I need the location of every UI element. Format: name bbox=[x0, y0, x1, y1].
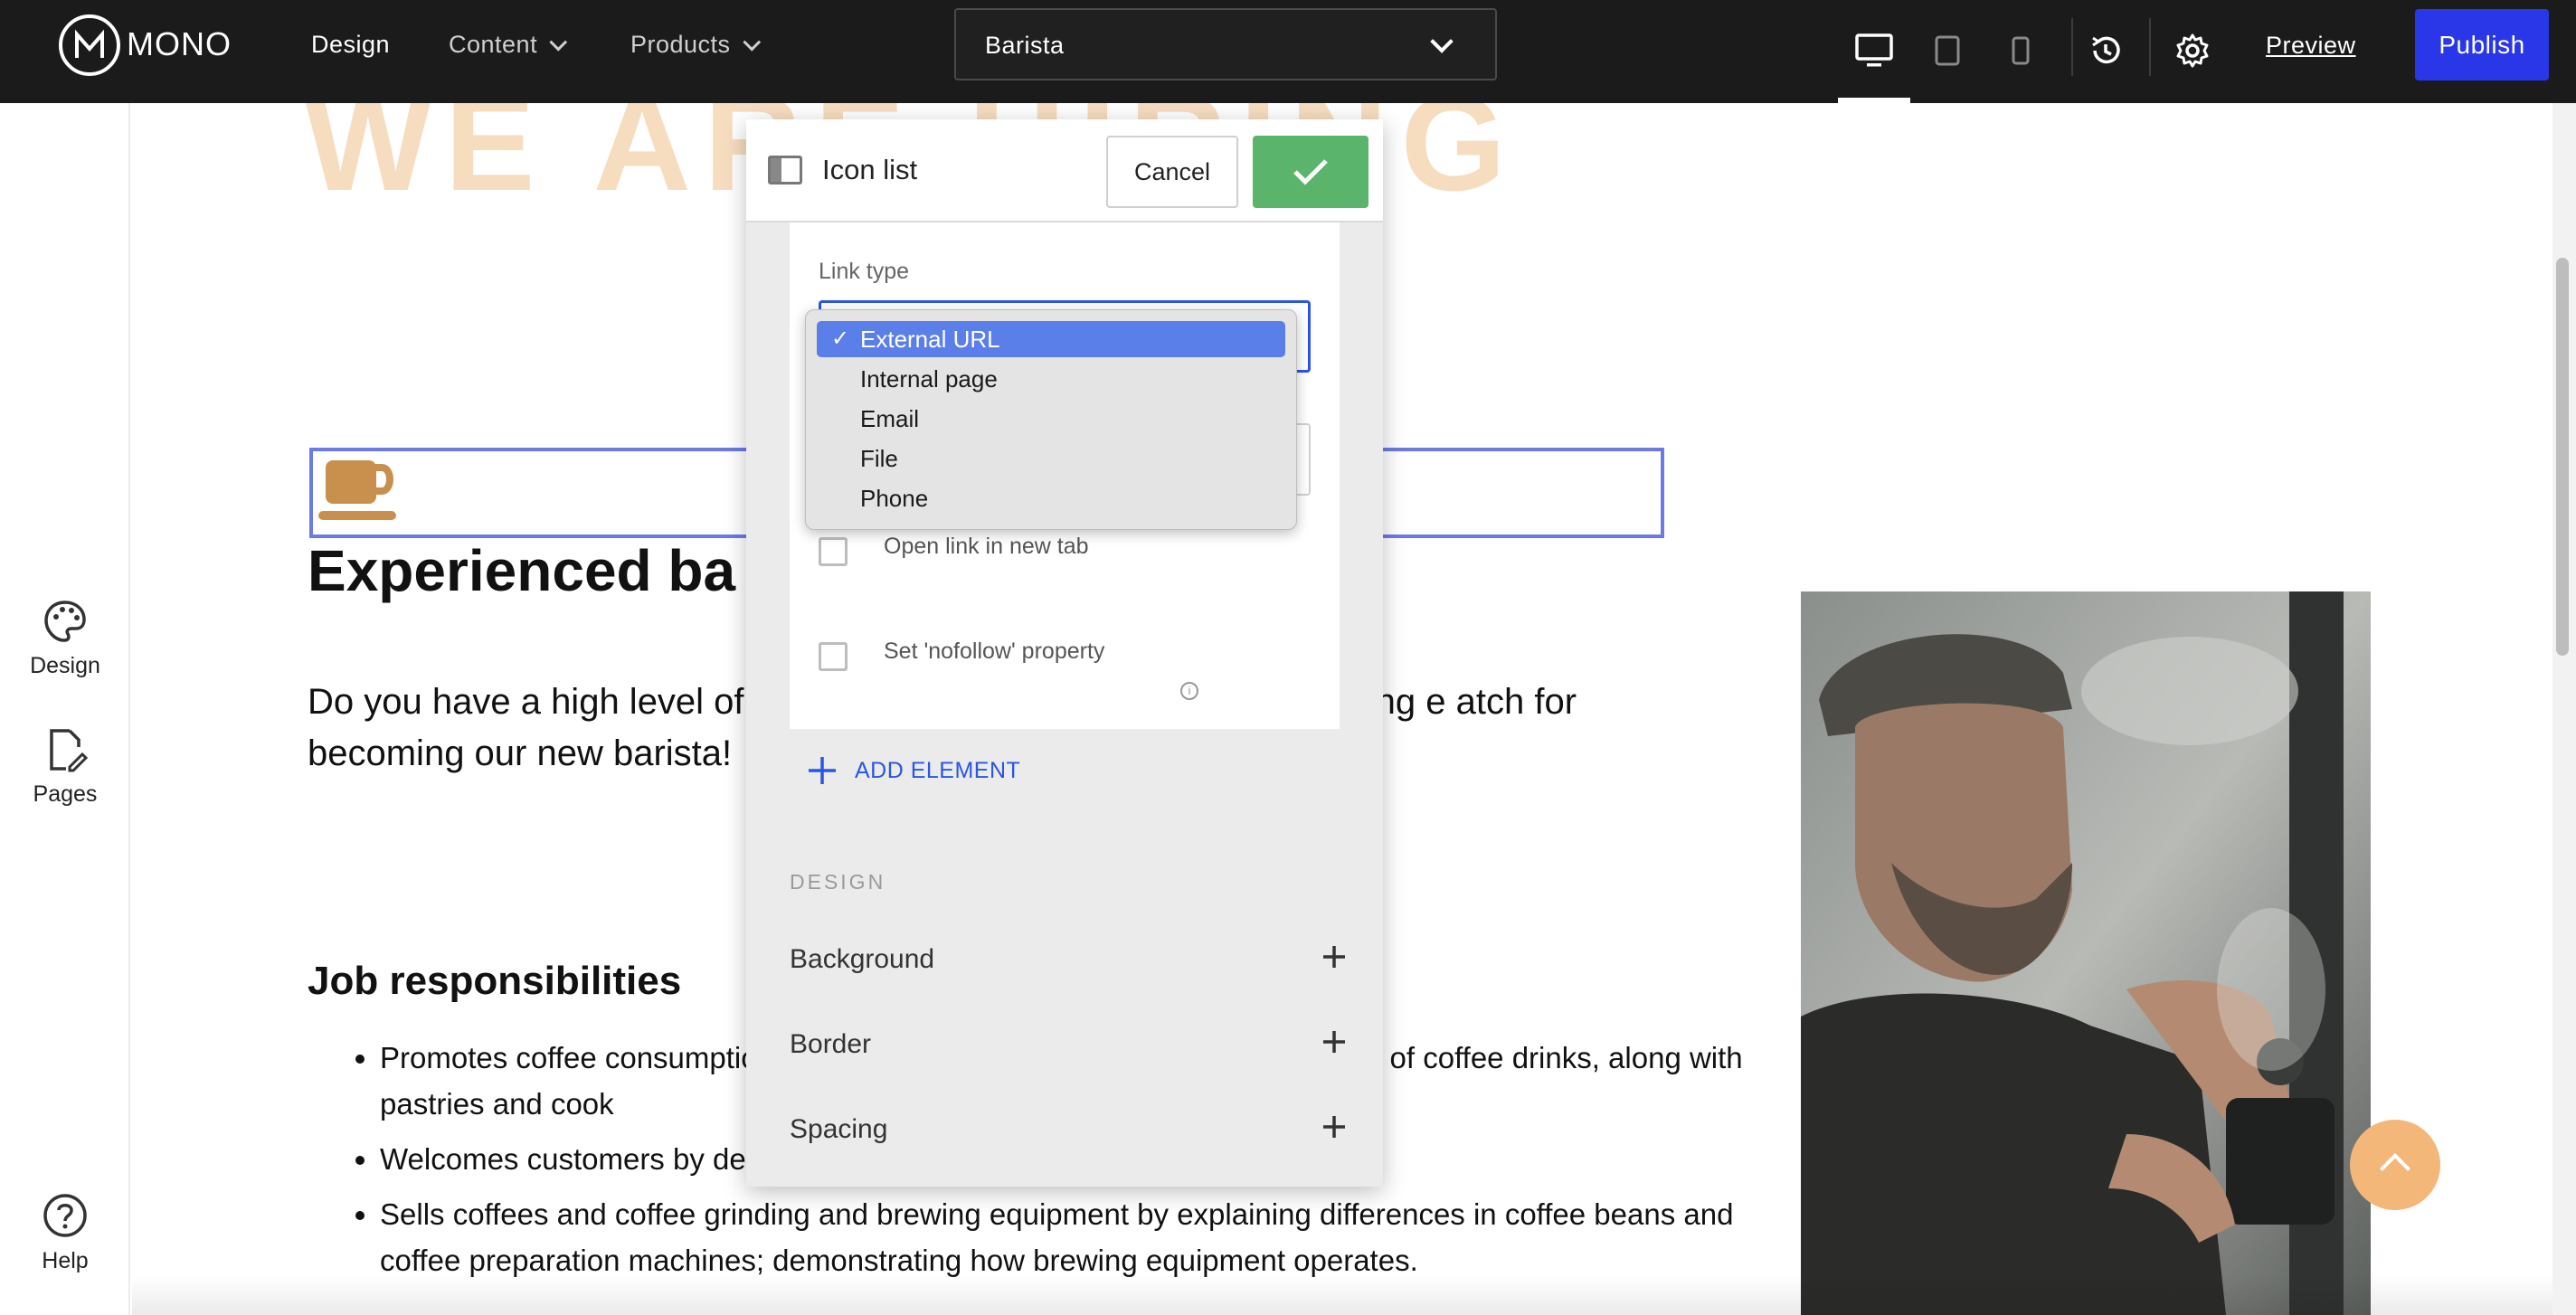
accordion-spacing[interactable]: Spacing bbox=[790, 1103, 1350, 1158]
chevron-down-icon bbox=[742, 33, 761, 52]
plus-icon bbox=[1323, 1031, 1345, 1053]
gear-icon bbox=[2176, 33, 2209, 68]
accordion-label: Spacing bbox=[790, 1114, 888, 1144]
plus-icon bbox=[1323, 1116, 1345, 1138]
info-icon[interactable]: i bbox=[1180, 682, 1198, 700]
accordion-label: Border bbox=[790, 1029, 872, 1059]
chevron-down-icon bbox=[549, 33, 568, 52]
coffee-cup-icon bbox=[318, 460, 396, 520]
nav-design[interactable]: Design bbox=[311, 31, 390, 59]
design-section-label: DESIGN bbox=[790, 870, 886, 894]
sidebar-item-label: Design bbox=[30, 653, 100, 678]
mobile-icon bbox=[2012, 36, 2030, 65]
tablet-icon bbox=[1935, 35, 1960, 66]
scrollbar-thumb[interactable] bbox=[2556, 258, 2569, 656]
option-email[interactable]: Email bbox=[817, 401, 1285, 437]
chevron-up-icon bbox=[2380, 1153, 2410, 1184]
modal-header: Icon list Cancel bbox=[746, 119, 1383, 222]
tablet-view-button[interactable] bbox=[1915, 18, 1980, 83]
option-file[interactable]: File bbox=[817, 440, 1285, 477]
add-element-button[interactable]: ADD ELEMENT bbox=[855, 758, 1020, 784]
modal-title: Icon list bbox=[822, 154, 918, 185]
panel-toggle-icon[interactable] bbox=[768, 156, 802, 184]
list-item: Sells coffees and coffee grinding and br… bbox=[380, 1191, 1809, 1283]
desktop-view-button[interactable] bbox=[1842, 18, 1907, 83]
confirm-button[interactable] bbox=[1253, 136, 1368, 208]
link-type-label: Link type bbox=[819, 259, 910, 284]
left-sidebar: Design Pages Help bbox=[0, 103, 130, 1315]
sidebar-item-pages[interactable]: Pages bbox=[0, 727, 130, 808]
settings-button[interactable] bbox=[2160, 18, 2225, 83]
accordion-label: Background bbox=[790, 944, 935, 974]
icon-list-modal: Icon list Cancel Link type Open link in … bbox=[746, 119, 1383, 1187]
logo-icon[interactable] bbox=[59, 14, 120, 76]
barista-photo[interactable] bbox=[1801, 591, 2371, 1315]
option-external-url[interactable]: ✓ External URL bbox=[817, 321, 1285, 357]
job-heading[interactable]: Job responsibilities bbox=[308, 959, 681, 1004]
preview-link[interactable]: Preview bbox=[2266, 32, 2356, 60]
option-label: Internal page bbox=[860, 365, 998, 393]
accordion-border[interactable]: Border bbox=[790, 1018, 1350, 1073]
open-new-tab-checkbox[interactable] bbox=[819, 537, 848, 566]
sidebar-item-help[interactable]: Help bbox=[0, 1192, 130, 1274]
palette-icon bbox=[44, 601, 86, 642]
bottom-shadow bbox=[132, 1275, 2552, 1315]
option-label: Phone bbox=[860, 485, 929, 512]
publish-button[interactable]: Publish bbox=[2415, 9, 2549, 80]
accordion-background[interactable]: Background bbox=[790, 933, 1350, 988]
plus-icon bbox=[809, 757, 836, 784]
option-label: External URL bbox=[860, 326, 1000, 353]
nofollow-checkbox[interactable] bbox=[819, 642, 848, 671]
help-icon bbox=[43, 1194, 87, 1237]
option-label: Email bbox=[860, 405, 920, 432]
section-heading[interactable]: Experienced ba bbox=[308, 537, 735, 604]
sidebar-item-label: Help bbox=[42, 1248, 89, 1273]
checkmark-icon: ✓ bbox=[831, 326, 850, 351]
desktop-icon bbox=[1855, 33, 1893, 67]
nav-content-label: Content bbox=[449, 31, 538, 58]
checkmark-icon bbox=[1293, 159, 1328, 185]
history-button[interactable] bbox=[2073, 18, 2138, 83]
sidebar-item-design[interactable]: Design bbox=[0, 599, 130, 679]
logo-text: MONO bbox=[127, 25, 232, 62]
option-phone[interactable]: Phone bbox=[817, 480, 1285, 516]
divider bbox=[2149, 18, 2151, 76]
link-type-dropdown: ✓ External URL Internal page Email File … bbox=[805, 309, 1297, 530]
history-icon bbox=[2092, 36, 2120, 64]
option-label: File bbox=[860, 445, 898, 472]
edit-page-icon bbox=[50, 729, 88, 772]
nav-products-label: Products bbox=[630, 31, 731, 58]
top-bar: MONO Design Content Products Barista Pre… bbox=[0, 0, 2576, 103]
plus-icon bbox=[1323, 946, 1345, 968]
page-selector-value: Barista bbox=[985, 32, 1065, 59]
open-new-tab-label: Open link in new tab bbox=[884, 534, 1089, 559]
sidebar-item-label: Pages bbox=[33, 781, 98, 807]
barista-image bbox=[1801, 591, 2371, 1315]
chevron-down-icon bbox=[1430, 30, 1454, 53]
page-selector[interactable]: Barista bbox=[954, 8, 1497, 80]
nav-content[interactable]: Content bbox=[449, 31, 568, 59]
nav-products[interactable]: Products bbox=[630, 31, 761, 59]
option-internal-page[interactable]: Internal page bbox=[817, 361, 1285, 397]
cancel-button[interactable]: Cancel bbox=[1106, 136, 1238, 208]
nofollow-label: Set 'nofollow' property bbox=[884, 639, 1105, 664]
mobile-view-button[interactable] bbox=[1988, 18, 2053, 83]
scroll-to-top-button[interactable] bbox=[2350, 1120, 2440, 1210]
